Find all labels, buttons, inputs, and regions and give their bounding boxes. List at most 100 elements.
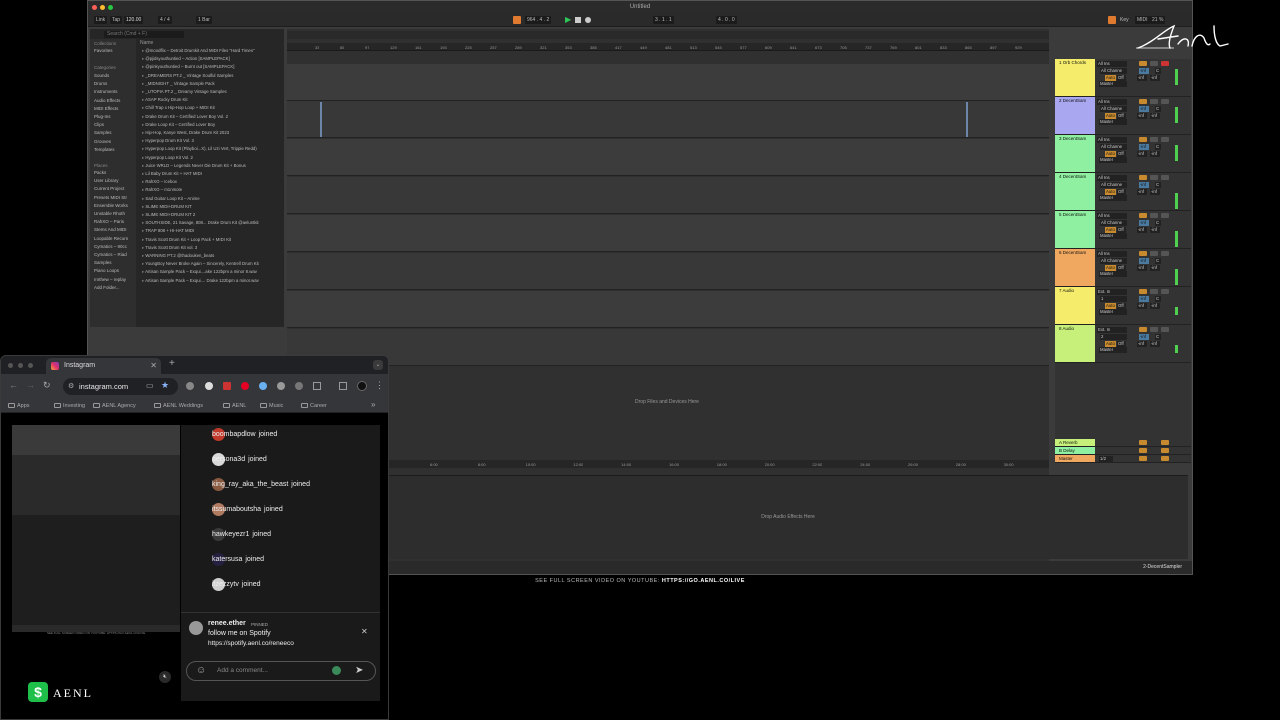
send-a-field[interactable]: -inf bbox=[1137, 265, 1147, 271]
solo-button[interactable] bbox=[1161, 440, 1169, 445]
track-name[interactable]: 1 Orb Chords bbox=[1055, 59, 1095, 96]
link-button[interactable]: Link bbox=[94, 16, 108, 24]
send-a-field[interactable]: -inf bbox=[1137, 189, 1147, 195]
comment-user[interactable]: hawkeyezr1 bbox=[212, 531, 249, 538]
tap-button[interactable]: Tap bbox=[110, 16, 123, 24]
input-type-select[interactable]: All Ins bbox=[1097, 213, 1127, 219]
monitor-auto-button[interactable]: Auto bbox=[1105, 303, 1116, 309]
output-select[interactable]: Master bbox=[1099, 157, 1127, 163]
places-item[interactable]: Presets MIDI Str bbox=[94, 195, 136, 201]
output-select[interactable]: Master bbox=[1099, 309, 1127, 315]
folder-item[interactable]: Juice WRLD – Legends Never Die Drum Kit … bbox=[142, 163, 282, 169]
quantize-menu[interactable]: 1 Bar bbox=[196, 16, 212, 24]
output-select[interactable]: Master bbox=[1099, 233, 1127, 239]
favorites-item[interactable]: Favorites bbox=[94, 48, 136, 54]
folder-item[interactable]: Drake Loop Kit – Certified Lover Boy bbox=[142, 122, 282, 128]
bookmark-music[interactable]: Music bbox=[260, 402, 283, 410]
input-type-select[interactable]: All Ins bbox=[1097, 175, 1127, 181]
input-channel-select[interactable]: All Channe bbox=[1100, 182, 1127, 188]
extension-icon[interactable] bbox=[186, 382, 194, 390]
solo-button[interactable] bbox=[1150, 175, 1158, 180]
places-item[interactable]: Samples bbox=[94, 260, 136, 266]
output-select[interactable]: Master bbox=[1099, 119, 1127, 125]
folder-item[interactable]: ASAP Rocky Drum Kit bbox=[142, 97, 282, 103]
track-lane[interactable] bbox=[287, 253, 1049, 290]
monitor-off-button[interactable]: Off bbox=[1117, 151, 1126, 157]
pan-field[interactable]: C bbox=[1155, 220, 1161, 226]
master-split[interactable]: 1/2 bbox=[1099, 456, 1113, 462]
track-lane[interactable] bbox=[287, 291, 1049, 328]
forward-icon[interactable]: → bbox=[26, 380, 35, 390]
folder-item[interactable]: Hyperpop Drum Kit Vol. 3 bbox=[142, 138, 282, 144]
folder-item[interactable]: Hyperpop Loop Kit Vol. 2 bbox=[142, 155, 282, 161]
extension-icon[interactable] bbox=[259, 382, 267, 390]
browser-search-input[interactable]: Search (Cmd + F) bbox=[104, 31, 184, 38]
send-a-field[interactable]: -inf bbox=[1137, 341, 1147, 347]
category-item[interactable]: Plug-Ins bbox=[94, 114, 136, 120]
folder-item[interactable]: YoungBoy Never Broke Again – Sincerely, … bbox=[142, 261, 282, 267]
folder-item[interactable]: Travis Scott Drum Kit + Loop Pack + MIDI… bbox=[142, 237, 282, 243]
tab-search-icon[interactable]: ⌄ bbox=[373, 360, 383, 370]
places-item[interactable]: Ensemble Works bbox=[94, 203, 136, 209]
volume-field[interactable]: -inf bbox=[1139, 106, 1149, 112]
solo-button[interactable] bbox=[1150, 251, 1158, 256]
audio-clip[interactable] bbox=[966, 102, 968, 137]
pan-field[interactable]: C bbox=[1155, 68, 1161, 74]
track-name[interactable]: 2 DecentSam bbox=[1055, 97, 1095, 134]
folder-item[interactable]: Sad Guitar Loop Kit – Anime bbox=[142, 196, 282, 202]
folder-item[interactable]: Artisan Sample Pack – Exqui....ake 122bp… bbox=[142, 269, 282, 275]
bookmark-aenl-weddings[interactable]: AENL Weddings bbox=[154, 402, 203, 410]
track-name[interactable]: 5 DecentSam bbox=[1055, 211, 1095, 248]
meter-field[interactable]: 4 / 4 bbox=[158, 16, 172, 24]
profile-avatar[interactable] bbox=[357, 381, 367, 391]
folder-item[interactable]: SOUTHSIDE, 21 Savage, 808... Drake Drum … bbox=[142, 220, 282, 226]
track-activator-button[interactable] bbox=[1139, 137, 1147, 142]
return-track-name[interactable]: B Delay bbox=[1055, 447, 1095, 454]
close-window-button[interactable] bbox=[92, 5, 97, 10]
track-activator-button[interactable] bbox=[1139, 289, 1147, 294]
pan-field[interactable]: C bbox=[1155, 296, 1161, 302]
track-activator-button[interactable] bbox=[1139, 61, 1147, 66]
input-type-select[interactable]: All Ins bbox=[1097, 137, 1127, 143]
key-map-button[interactable] bbox=[1108, 16, 1116, 24]
places-item[interactable]: Stems And MIDI bbox=[94, 227, 136, 233]
monitor-off-button[interactable]: Off bbox=[1117, 341, 1126, 347]
track-lane[interactable] bbox=[287, 177, 1049, 214]
extension-icon[interactable] bbox=[277, 382, 285, 390]
places-item[interactable]: Add Folder... bbox=[94, 285, 136, 291]
pinned-user[interactable]: renee.ether bbox=[208, 620, 246, 627]
track-lane[interactable] bbox=[287, 101, 1049, 138]
places-item[interactable]: Loopable Recorn bbox=[94, 236, 136, 242]
monitor-auto-button[interactable]: Auto bbox=[1105, 265, 1116, 271]
input-channel-select[interactable]: All Channe bbox=[1100, 144, 1127, 150]
new-tab-icon[interactable]: + bbox=[169, 358, 175, 369]
pinterest-icon[interactable] bbox=[241, 382, 249, 390]
output-select[interactable]: Master bbox=[1099, 195, 1127, 201]
song-position[interactable]: 964 . 4 . 2 bbox=[525, 16, 552, 24]
places-item[interactable]: Cymatics – Riad bbox=[94, 252, 136, 258]
monitor-auto-button[interactable]: Auto bbox=[1105, 227, 1116, 233]
input-channel-select[interactable]: All Channe bbox=[1100, 106, 1127, 112]
solo-button[interactable] bbox=[1150, 99, 1158, 104]
send-b-field[interactable]: -inf bbox=[1150, 113, 1160, 119]
category-item[interactable]: Drums bbox=[94, 81, 136, 87]
loop-length[interactable]: 4 . 0 . 0 bbox=[716, 16, 737, 24]
solo-button[interactable] bbox=[1150, 289, 1158, 294]
solo-button[interactable] bbox=[1161, 448, 1169, 453]
solo-button[interactable] bbox=[1150, 213, 1158, 218]
category-item[interactable]: MIDI Effects bbox=[94, 106, 136, 112]
track-activator-button[interactable] bbox=[1139, 251, 1147, 256]
comment-user[interactable]: itssumaboutsha bbox=[212, 506, 261, 513]
pan-field[interactable]: C bbox=[1155, 182, 1161, 188]
send-b-field[interactable]: -inf bbox=[1150, 189, 1160, 195]
folder-item[interactable]: TRAP 808 + HI-HAT MIDI bbox=[142, 228, 282, 234]
tempo-field[interactable]: 120.00 bbox=[124, 16, 144, 24]
track-activator-button[interactable] bbox=[1139, 448, 1147, 453]
emoji-icon[interactable]: ☺ bbox=[196, 665, 206, 677]
track-name[interactable]: 3 DecentSam bbox=[1055, 135, 1095, 172]
input-type-select[interactable]: All Ins bbox=[1097, 251, 1127, 257]
tab-instagram[interactable]: Instagram ✕ bbox=[46, 358, 161, 374]
folder-item[interactable]: _UTOPIA PT.2 _ Dreamy Vintage Samples bbox=[142, 89, 282, 95]
volume-field[interactable]: -inf bbox=[1139, 144, 1149, 150]
follow-button[interactable] bbox=[513, 16, 521, 24]
